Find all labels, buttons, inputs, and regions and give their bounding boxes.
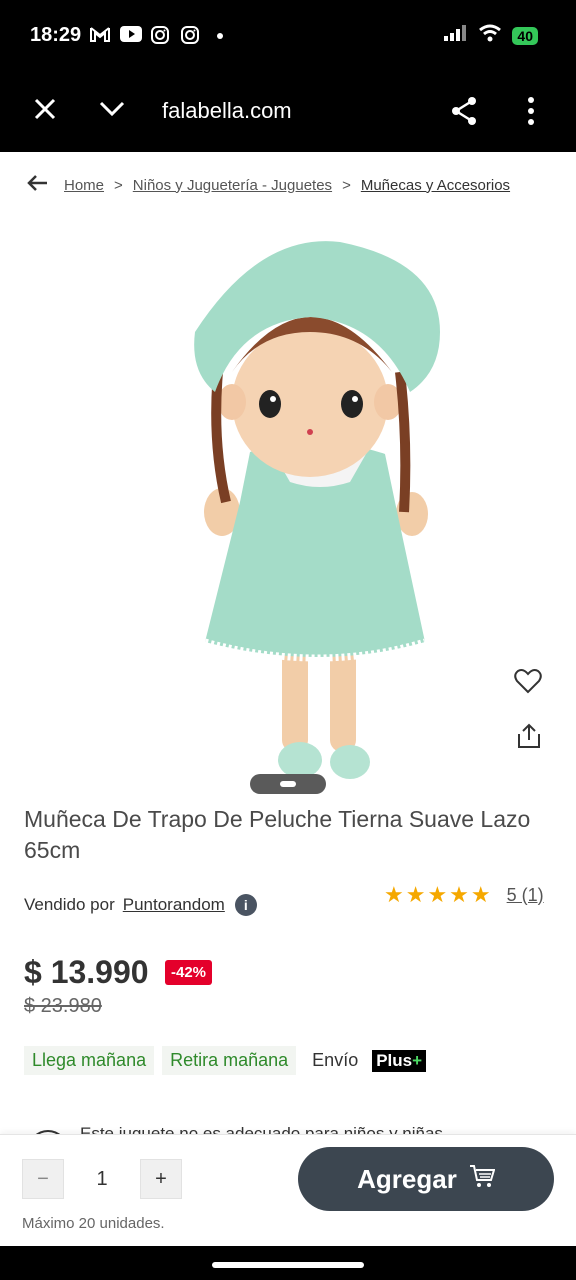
- plus-sign: +: [412, 1050, 423, 1070]
- gmail-icon: [90, 26, 110, 46]
- breadcrumb: Home > Niños y Juguetería - Juguetes > M…: [26, 174, 510, 196]
- product-title: Muñeca De Trapo De Peluche Tierna Suave …: [24, 806, 531, 863]
- add-to-cart-label: Agregar: [357, 1163, 457, 1194]
- url-text[interactable]: falabella.com: [162, 98, 292, 124]
- home-indicator-area: [0, 1246, 576, 1280]
- plus-badge-text: Plus: [376, 1050, 413, 1070]
- plus-badge: Plus+: [372, 1049, 427, 1072]
- max-units-note: Máximo 20 unidades.: [22, 1215, 165, 1232]
- signal-icon: [444, 25, 468, 46]
- add-to-cart-bar: − 1 + Máximo 20 unidades. Agregar: [0, 1134, 576, 1246]
- envio-label: Envío: [312, 1050, 359, 1070]
- discount-badge: -42%: [165, 960, 213, 985]
- breadcrumb-home[interactable]: Home: [64, 177, 104, 194]
- dot-icon: [210, 26, 230, 46]
- instagram-icon: [180, 26, 200, 46]
- rating[interactable]: ★★★★★ 5 (1): [384, 882, 544, 908]
- close-icon[interactable]: [32, 96, 58, 127]
- status-right: 40: [444, 24, 538, 47]
- wifi-icon: [478, 24, 502, 47]
- battery-indicator: 40: [512, 26, 538, 45]
- delivery-chip-pickup: Retira mañana: [162, 1046, 297, 1075]
- product-page: Home > Niños y Juguetería - Juguetes > M…: [0, 152, 576, 1246]
- seller-info: Vendido por Puntorandom i: [24, 894, 257, 916]
- browser-bar: falabella.com: [0, 72, 576, 152]
- delivery-options: Llega mañana Retira mañana Envío Plus+: [24, 1046, 427, 1075]
- notification-icons: [90, 26, 230, 46]
- seller-link[interactable]: Puntorandom: [123, 895, 225, 915]
- cart-icon: [469, 1164, 496, 1195]
- quantity-value[interactable]: 1: [64, 1168, 140, 1191]
- share-icon[interactable]: [450, 96, 478, 131]
- pager-active-dot: [280, 781, 296, 787]
- old-price: $ 23.980: [24, 995, 102, 1017]
- rating-count[interactable]: 5 (1): [507, 885, 544, 906]
- youtube-icon: [120, 26, 142, 46]
- back-arrow-icon[interactable]: [26, 174, 48, 196]
- delivery-chip-arrives: Llega mañana: [24, 1046, 155, 1075]
- more-options-icon[interactable]: [520, 96, 542, 131]
- breadcrumb-separator: >: [114, 176, 123, 194]
- current-price: $ 13.990: [24, 954, 149, 990]
- status-time: 18:29: [30, 24, 82, 46]
- increase-quantity-button[interactable]: +: [140, 1159, 182, 1199]
- star-rating-icon: ★★★★★: [384, 882, 493, 907]
- breadcrumb-subcategory[interactable]: Muñecas y Accesorios: [361, 177, 510, 194]
- quantity-stepper: − 1 +: [22, 1159, 182, 1199]
- breadcrumb-separator: >: [342, 176, 351, 194]
- chevron-down-icon[interactable]: [98, 98, 126, 125]
- status-bar: 18:29 40: [0, 0, 576, 72]
- info-icon[interactable]: i: [234, 894, 257, 916]
- image-pager[interactable]: [250, 774, 326, 794]
- share-product-icon[interactable]: [516, 722, 542, 755]
- add-to-cart-button[interactable]: Agregar: [298, 1147, 554, 1211]
- breadcrumb-category[interactable]: Niños y Juguetería - Juguetes: [133, 177, 332, 194]
- favorite-heart-icon[interactable]: [514, 668, 542, 699]
- instagram-icon: [150, 26, 170, 46]
- seller-prefix: Vendido por: [24, 895, 115, 914]
- product-image[interactable]: [0, 222, 576, 802]
- home-indicator[interactable]: [212, 1262, 364, 1268]
- decrease-quantity-button[interactable]: −: [22, 1159, 64, 1199]
